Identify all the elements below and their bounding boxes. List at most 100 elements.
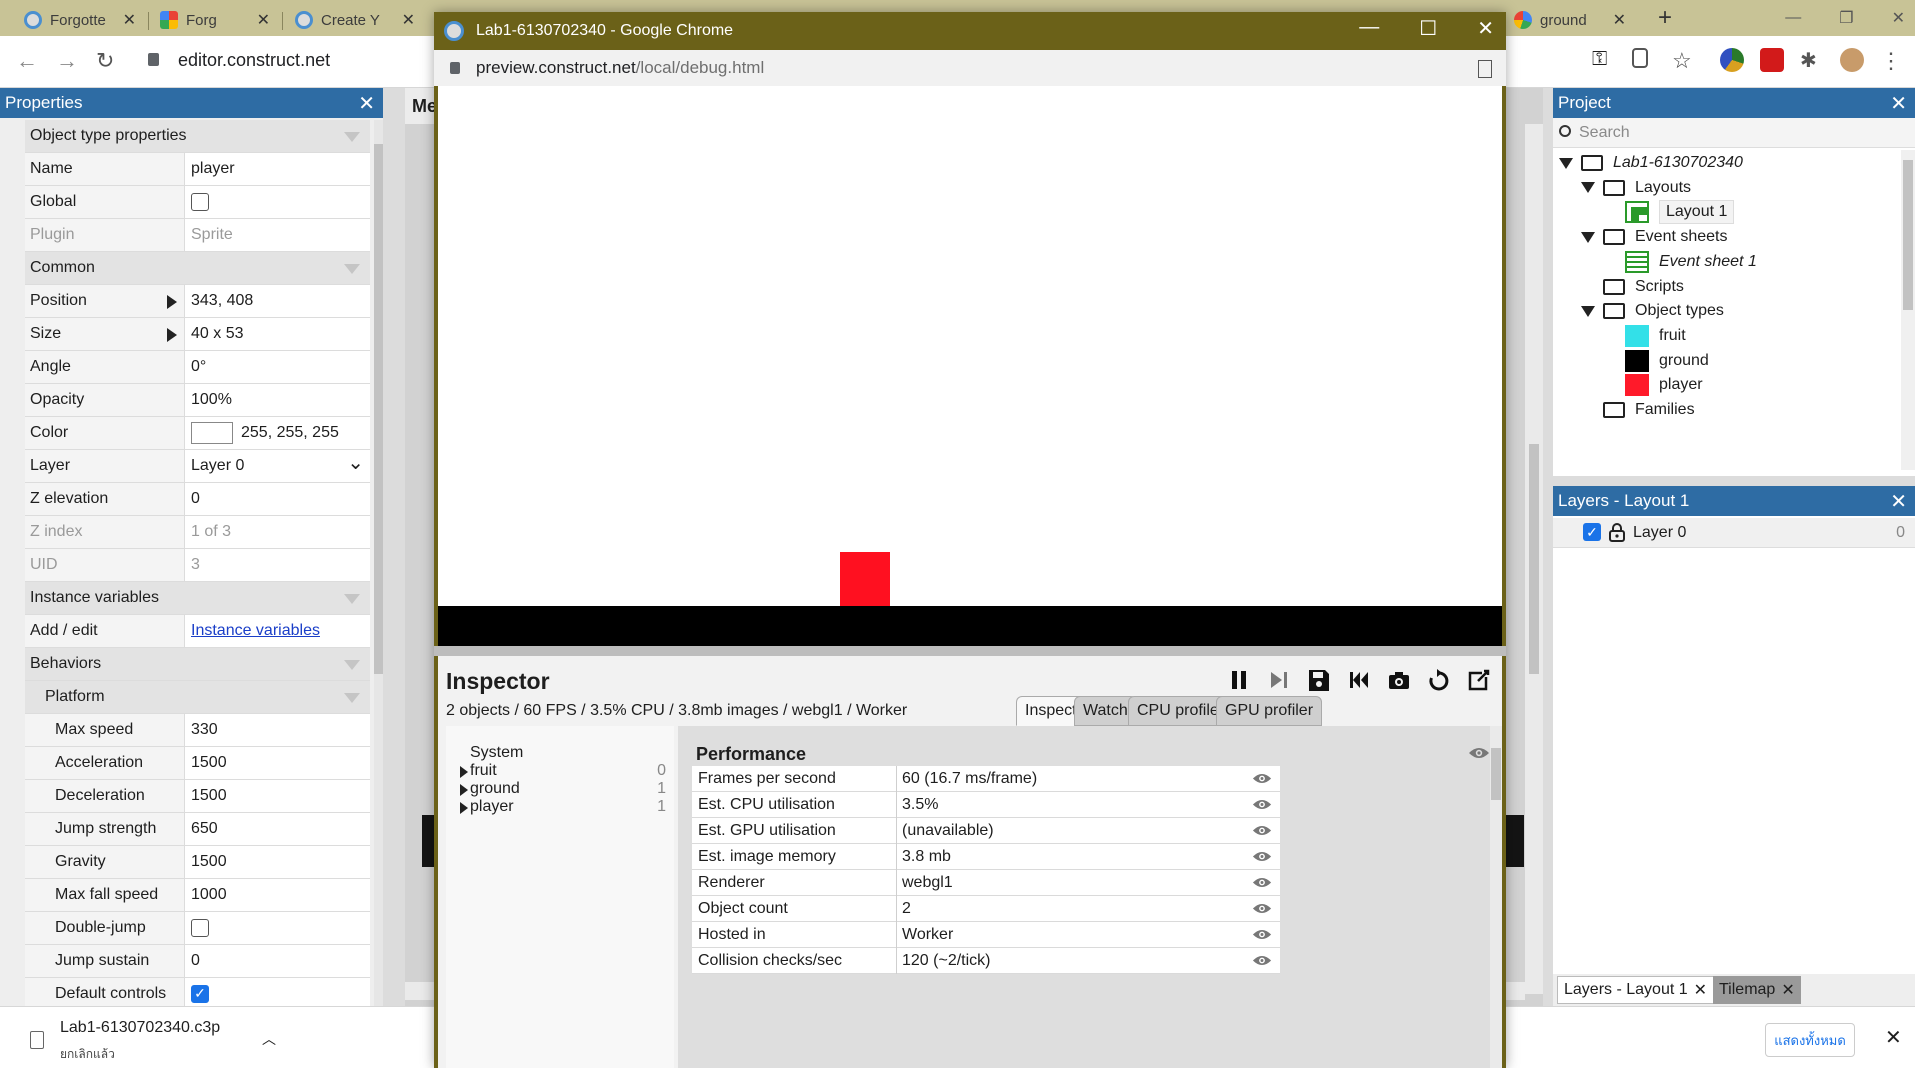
expand-icon[interactable]	[1559, 157, 1573, 169]
inspector-scrollbar[interactable]	[1490, 726, 1502, 1068]
step-icon[interactable]	[1268, 668, 1290, 692]
eye-icon[interactable]	[1252, 954, 1272, 967]
tab-tilemap[interactable]: Tilemap ✕	[1713, 976, 1801, 1004]
eye-icon[interactable]	[1252, 850, 1272, 863]
avatar[interactable]	[1840, 48, 1864, 72]
expand-icon[interactable]	[167, 295, 177, 309]
property-section[interactable]: Behaviors	[25, 648, 370, 681]
property-value[interactable]: 1500	[185, 846, 370, 878]
eye-icon[interactable]	[1468, 746, 1490, 760]
layer-row[interactable]: ✓ Layer 0 0	[1553, 518, 1915, 548]
property-value[interactable]	[185, 912, 370, 944]
project-item[interactable]: ground	[1603, 348, 1709, 374]
property-section[interactable]: Common	[25, 252, 370, 285]
browser-tab[interactable]: ground ✕	[1504, 4, 1636, 36]
save-icon[interactable]	[1308, 668, 1330, 692]
collapse-icon[interactable]	[344, 264, 360, 274]
close-icon[interactable]: ✕	[1781, 980, 1794, 1000]
close-icon[interactable]: ✕	[1477, 16, 1494, 41]
eye-icon[interactable]	[1252, 876, 1272, 889]
minimize-icon[interactable]: —	[1359, 16, 1379, 41]
property-value[interactable]: 0°	[185, 351, 370, 383]
project-item[interactable]: Object types	[1581, 298, 1724, 324]
project-scrollbar[interactable]	[1901, 150, 1915, 470]
close-tab-icon[interactable]: ✕	[402, 10, 415, 30]
forward-icon[interactable]: →	[56, 48, 78, 74]
property-value[interactable]: 0	[185, 945, 370, 977]
close-icon[interactable]: ✕	[1892, 8, 1905, 28]
property-value[interactable]: player	[185, 153, 370, 185]
project-search-input[interactable]: Search	[1553, 118, 1915, 148]
lock-icon[interactable]	[1609, 522, 1625, 542]
checkbox[interactable]	[191, 193, 209, 211]
close-icon[interactable]: ✕	[358, 91, 375, 116]
close-icon[interactable]: ✕	[1885, 1025, 1902, 1050]
property-value[interactable]: 650	[185, 813, 370, 845]
restart-icon[interactable]	[1428, 668, 1450, 692]
game-canvas[interactable]	[438, 86, 1502, 646]
project-item[interactable]: Event sheet 1	[1603, 249, 1757, 275]
expand-icon[interactable]	[1581, 231, 1595, 243]
project-item[interactable]: Scripts	[1581, 274, 1684, 300]
project-item[interactable]: Event sheets	[1581, 224, 1728, 250]
layout-tab[interactable]: Me	[405, 88, 437, 124]
camera-icon[interactable]	[1388, 668, 1410, 692]
eye-icon[interactable]	[1252, 798, 1272, 811]
new-tab-button[interactable]: +	[1658, 4, 1672, 32]
properties-scrollbar[interactable]	[374, 120, 383, 1006]
property-value[interactable]: 1000	[185, 879, 370, 911]
close-tab-icon[interactable]: ✕	[1613, 10, 1626, 30]
download-filename[interactable]: Lab1-6130702340.c3p	[60, 1019, 220, 1037]
chevron-down-icon[interactable]: ⌄	[347, 450, 364, 475]
property-section[interactable]: Platform	[25, 681, 370, 714]
key-icon[interactable]: ⚿	[1592, 48, 1616, 72]
eye-icon[interactable]	[1252, 772, 1272, 785]
project-item[interactable]: Layout 1	[1603, 199, 1735, 225]
property-value[interactable]: 330	[185, 714, 370, 746]
expand-icon[interactable]	[460, 802, 468, 814]
collapse-icon[interactable]	[344, 660, 360, 670]
property-section[interactable]: Instance variables	[25, 582, 370, 615]
browser-tab[interactable]: Forg ✕	[150, 4, 280, 36]
restore-icon[interactable]: ❐	[1839, 8, 1853, 28]
chevron-up-icon[interactable]: ︿	[262, 1029, 276, 1049]
close-icon[interactable]: ✕	[1694, 980, 1707, 1000]
address-bar[interactable]: editor.construct.net	[178, 50, 330, 71]
expand-icon[interactable]	[460, 784, 468, 796]
instance-variables-link[interactable]: Instance variables	[191, 622, 320, 640]
maximize-icon[interactable]: ☐	[1419, 16, 1437, 41]
property-value[interactable]: Instance variables	[185, 615, 370, 647]
star-icon[interactable]: ☆	[1672, 48, 1696, 73]
layer-visible-checkbox[interactable]: ✓	[1583, 523, 1601, 541]
reload-icon[interactable]: ↻	[96, 48, 114, 74]
property-value[interactable]: 255, 255, 255	[185, 417, 370, 449]
browser-tab[interactable]: Forgotte ✕	[14, 4, 146, 36]
collapse-icon[interactable]	[344, 132, 360, 142]
menu-icon[interactable]: ⋮	[1880, 48, 1904, 73]
expand-icon[interactable]	[460, 766, 468, 778]
property-value[interactable]	[185, 186, 370, 218]
checkbox[interactable]	[191, 919, 209, 937]
document-icon[interactable]	[1478, 60, 1492, 78]
preview-address-bar[interactable]: preview.construct.net/local/debug.html	[434, 50, 1506, 86]
popout-icon[interactable]	[1468, 668, 1490, 692]
color-swatch[interactable]	[191, 422, 233, 444]
property-value[interactable]: 40 x 53	[185, 318, 370, 350]
checkbox[interactable]: ✓	[191, 985, 209, 1003]
property-value[interactable]: 343, 408	[185, 285, 370, 317]
property-section[interactable]: Object type properties	[25, 120, 370, 153]
minimize-icon[interactable]: —	[1785, 9, 1801, 27]
expand-icon[interactable]	[1581, 305, 1595, 317]
extension-icon[interactable]	[1720, 48, 1744, 72]
back-icon[interactable]: ←	[16, 48, 38, 74]
collapse-icon[interactable]	[344, 594, 360, 604]
close-tab-icon[interactable]: ✕	[123, 10, 136, 30]
splitter[interactable]	[434, 646, 1506, 656]
pdf-icon[interactable]	[1760, 48, 1784, 72]
project-item[interactable]: Lab1-6130702340	[1559, 150, 1743, 176]
close-tab-icon[interactable]: ✕	[257, 10, 270, 30]
load-icon[interactable]	[1348, 668, 1370, 692]
collapse-icon[interactable]	[344, 693, 360, 703]
pause-icon[interactable]	[1228, 668, 1250, 692]
project-item[interactable]: player	[1603, 372, 1703, 398]
